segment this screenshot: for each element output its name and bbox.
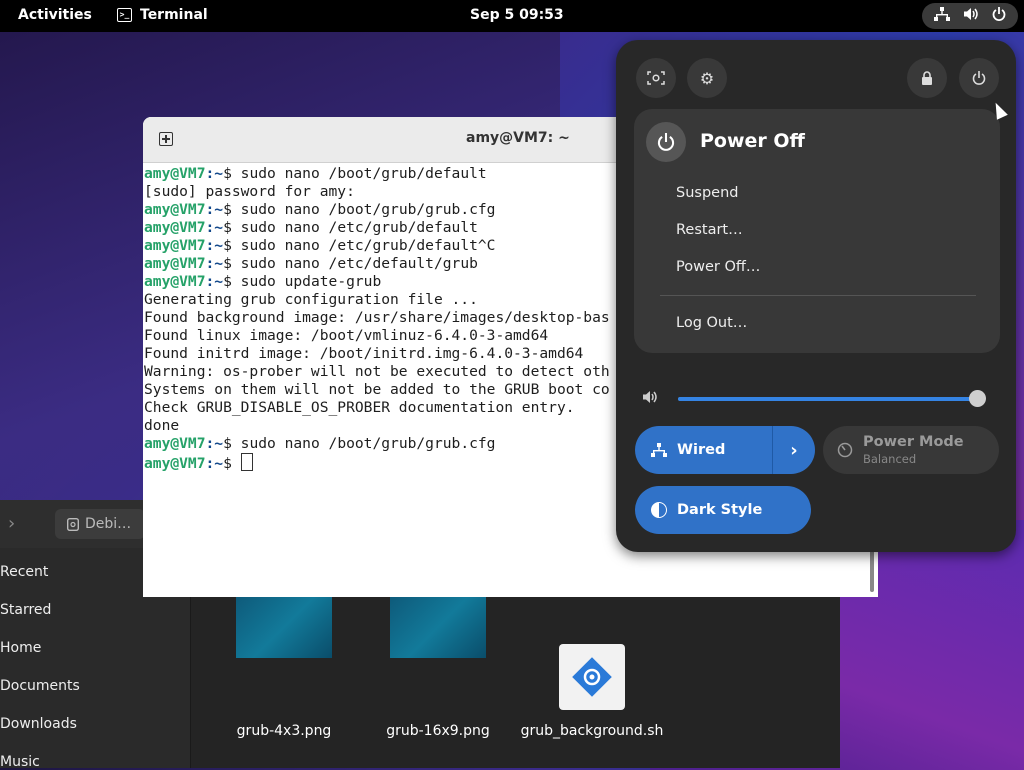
file-label[interactable]: grub-4x3.png [204, 723, 364, 739]
wired-toggle[interactable]: Wired › [635, 426, 815, 474]
power-mode-label: Power Mode [863, 434, 964, 450]
submenu-title: Power Off [700, 130, 805, 152]
sidebar-item-starred[interactable]: Starred [0, 602, 51, 618]
sidebar-item-documents[interactable]: Documents [0, 678, 80, 694]
settings-button[interactable]: ⚙ [687, 58, 727, 98]
prompt-user: amy@VM7 [144, 219, 206, 236]
app-menu-button[interactable]: >_ Terminal [117, 7, 208, 23]
dark-style-toggle[interactable]: Dark Style [635, 486, 811, 534]
prompt-path: :~ [205, 219, 224, 236]
screenshot-icon [647, 71, 665, 85]
activities-button[interactable]: Activities [18, 7, 92, 23]
prompt-user: amy@VM7 [144, 237, 206, 254]
lock-button[interactable] [907, 58, 947, 98]
output-text: Found background image: /usr/share/image… [144, 309, 610, 326]
prompt-user: amy@VM7 [144, 165, 206, 182]
output-text: Systems on them will not be added to the… [144, 381, 610, 398]
sidebar-item-downloads[interactable]: Downloads [0, 716, 77, 732]
log-out-menu-item[interactable]: Log Out… [676, 315, 747, 331]
chevron-right-icon[interactable]: › [773, 440, 815, 461]
network-icon [934, 7, 951, 25]
drive-icon [67, 517, 79, 531]
app-name: Terminal [140, 7, 208, 23]
volume-slider-handle[interactable] [968, 390, 986, 407]
command-text: $ sudo nano /etc/default/grub [223, 255, 478, 272]
command-text: $ [223, 455, 241, 472]
restart-menu-item[interactable]: Restart… [676, 222, 743, 238]
sidebar-item-recent[interactable]: Recent [0, 564, 48, 580]
wired-label: Wired [677, 442, 726, 458]
output-text: Check GRUB_DISABLE_OS_PROBER documentati… [144, 399, 575, 416]
terminal-icon: >_ [117, 8, 132, 22]
prompt-user: amy@VM7 [144, 273, 206, 290]
output-text: Warning: os-prober will not be executed … [144, 363, 610, 380]
plus-square-icon [159, 132, 173, 146]
command-text: $ sudo nano /boot/grub/grub.cfg [223, 435, 496, 452]
prompt-user: amy@VM7 [144, 435, 206, 452]
prompt-user: amy@VM7 [144, 255, 206, 272]
power-mode-value: Balanced [863, 452, 917, 466]
output-text: Generating grub configuration file ... [144, 291, 478, 308]
output-text: Found initrd image: /boot/initrd.img-6.4… [144, 345, 584, 362]
system-status-button[interactable] [922, 3, 1018, 29]
power-icon [992, 7, 1006, 25]
command-text: $ sudo nano /etc/grub/default [223, 219, 478, 236]
command-text: $ sudo nano /boot/grub/default [223, 165, 487, 182]
dark-style-icon [651, 502, 667, 518]
file-thumbnail[interactable] [236, 596, 332, 658]
command-text: $ sudo nano /boot/grub/grub.cfg [223, 201, 496, 218]
text-cursor [240, 453, 253, 471]
prompt-path: :~ [205, 255, 224, 272]
wired-toggle-main[interactable]: Wired [635, 426, 773, 474]
prompt-path: :~ [205, 273, 224, 290]
top-bar: Activities >_ Terminal Sep 5 09:53 [0, 0, 1024, 32]
sidebar-item-home[interactable]: Home [0, 640, 41, 656]
prompt-user: amy@VM7 [144, 455, 206, 472]
new-tab-button[interactable] [153, 126, 179, 152]
prompt-path: :~ [205, 237, 224, 254]
power-mode-toggle[interactable]: Power Mode Balanced [823, 426, 999, 474]
quick-settings-menu: ⚙ Power Off Suspend Restart… Power Off… … [616, 40, 1016, 552]
command-text: $ sudo update-grub [223, 273, 382, 290]
clock-button[interactable]: Sep 5 09:53 [470, 7, 564, 23]
power-submenu: Power Off Suspend Restart… Power Off… Lo… [634, 109, 1000, 353]
file-label[interactable]: grub-16x9.png [358, 723, 518, 739]
file-thumbnail[interactable] [390, 596, 486, 658]
window-title: amy@VM7: ~ [466, 130, 570, 146]
power-off-menu-item[interactable]: Power Off… [676, 259, 760, 275]
chevron-right-icon[interactable]: › [8, 513, 15, 534]
volume-slider[interactable] [678, 390, 986, 407]
power-icon [646, 122, 686, 162]
power-menu-button[interactable] [959, 58, 999, 98]
separator [660, 295, 976, 296]
output-text: done [144, 417, 180, 434]
gear-icon: ⚙ [699, 68, 715, 88]
prompt-path: :~ [205, 165, 224, 182]
prompt-path: :~ [205, 455, 224, 472]
script-file-icon[interactable] [559, 644, 625, 710]
breadcrumb-label: Debi… [85, 516, 132, 532]
breadcrumb[interactable]: Debi… [55, 509, 145, 539]
command-text: $ sudo nano /etc/grub/default^C [223, 237, 496, 254]
prompt-user: amy@VM7 [144, 201, 206, 218]
suspend-menu-item[interactable]: Suspend [676, 185, 738, 201]
volume-icon[interactable] [641, 390, 659, 408]
file-label[interactable]: grub_background.sh [512, 723, 672, 739]
volume-slider-fill [678, 397, 978, 401]
volume-icon [963, 7, 979, 25]
gauge-icon [837, 442, 853, 458]
lock-icon [922, 71, 932, 85]
scrollbar[interactable] [870, 547, 874, 592]
dark-style-label: Dark Style [677, 502, 763, 518]
power-icon [972, 71, 986, 85]
output-text: Found linux image: /boot/vmlinuz-6.4.0-3… [144, 327, 549, 344]
prompt-path: :~ [205, 435, 224, 452]
network-icon [651, 443, 667, 457]
prompt-path: :~ [205, 201, 224, 218]
screenshot-button[interactable] [636, 58, 676, 98]
output-text: [sudo] password for amy: [144, 183, 355, 200]
